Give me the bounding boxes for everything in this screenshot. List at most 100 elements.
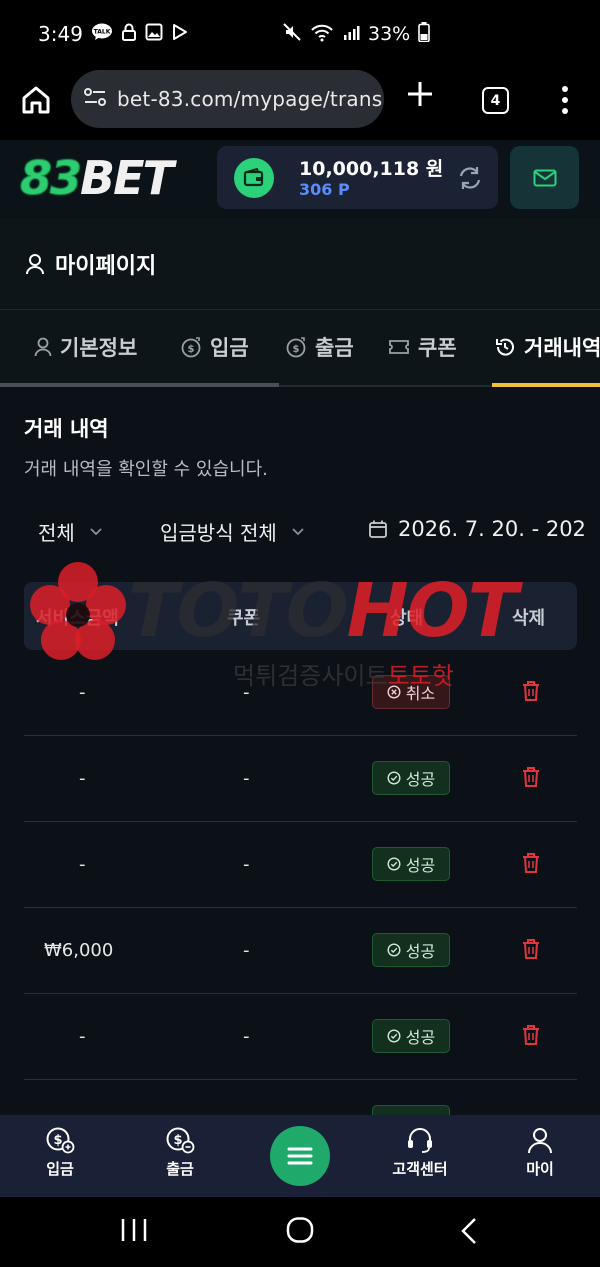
plus-icon xyxy=(408,82,432,106)
android-navigation-bar xyxy=(0,1197,600,1267)
battery-percent: 33% xyxy=(368,23,411,45)
table-row: ₩6,000 - 성공 xyxy=(24,908,577,994)
trash-icon xyxy=(523,767,539,787)
talk-label: TALK xyxy=(94,28,111,35)
chevron-down-icon xyxy=(90,527,102,535)
column-header: 쿠폰 xyxy=(227,608,261,629)
active-tab-underline xyxy=(492,383,600,387)
status-badge: 성공 xyxy=(372,847,450,881)
points-amount: 306 P xyxy=(299,180,350,199)
trash-icon xyxy=(523,853,539,873)
new-tab-button[interactable] xyxy=(406,80,434,114)
status-time: 3:49 xyxy=(38,22,83,46)
refresh-icon xyxy=(459,167,481,189)
nav-customer-center[interactable]: 고객센터 xyxy=(380,1125,460,1179)
amount-cell: - xyxy=(79,1026,86,1047)
nav-withdraw[interactable]: $ 출금 xyxy=(140,1125,220,1179)
dot-icon xyxy=(562,108,568,114)
x-circle-icon xyxy=(387,685,401,699)
bottom-navigation: $ 입금 $ 출금 고객센터 마이 xyxy=(0,1115,600,1197)
nav-menu-button[interactable] xyxy=(270,1126,330,1186)
wallet-icon xyxy=(234,158,274,198)
delete-button[interactable] xyxy=(522,1024,540,1046)
amount-cell: - xyxy=(79,682,86,703)
status-badge xyxy=(372,1105,450,1115)
svg-text:$: $ xyxy=(293,344,300,355)
method-filter-dropdown[interactable]: 입금방식 전체 xyxy=(160,517,305,546)
dot-icon xyxy=(562,97,568,103)
wifi-icon xyxy=(310,22,334,47)
site-settings-icon[interactable] xyxy=(83,86,107,112)
user-icon xyxy=(34,337,52,357)
check-circle-icon xyxy=(387,943,401,957)
back-icon xyxy=(461,1218,476,1244)
table-row-partial xyxy=(24,1080,577,1115)
status-badge: 취소 xyxy=(372,675,450,709)
tab-coupon[interactable]: 쿠폰 xyxy=(388,332,457,362)
history-icon xyxy=(496,338,514,356)
amount-cell: ₩6,000 xyxy=(44,940,114,961)
coin-icon: $ xyxy=(181,337,201,358)
tab-switcher-button[interactable]: 4 xyxy=(482,87,509,114)
tab-deposit[interactable]: $ 입금 xyxy=(180,332,249,362)
battery-icon xyxy=(418,21,431,47)
check-circle-icon xyxy=(387,1029,401,1043)
back-button[interactable] xyxy=(458,1217,480,1249)
dollar-plus-icon: $ xyxy=(46,1127,75,1154)
amount-cell: - xyxy=(79,854,86,875)
home-button[interactable] xyxy=(18,82,54,118)
url-text[interactable]: bet-83.com/mypage/trans xyxy=(117,87,382,111)
delete-button[interactable] xyxy=(522,852,540,874)
image-icon xyxy=(145,23,163,46)
table-row: - - 성공 xyxy=(24,994,577,1080)
section-title: 거래 내역 xyxy=(24,417,109,441)
recents-icon xyxy=(121,1219,147,1241)
date-range-picker[interactable]: 2026. 7. 20. - 202 xyxy=(368,517,586,541)
home-circle-icon xyxy=(286,1217,314,1243)
recents-button[interactable] xyxy=(120,1217,148,1247)
home-nav-button[interactable] xyxy=(286,1217,314,1247)
site-header: 83BET 10,000,118 원 306 P xyxy=(0,140,600,218)
tab-withdraw[interactable]: $ 출금 xyxy=(285,332,354,362)
more-menu-button[interactable] xyxy=(553,82,577,118)
dot-icon xyxy=(562,86,568,92)
site-logo[interactable]: 83BET xyxy=(19,150,173,206)
mail-icon xyxy=(533,169,556,186)
column-header: 서비스금액 xyxy=(36,608,119,629)
mypage-header: 마이페이지 xyxy=(0,218,600,310)
balance-panel: 10,000,118 원 306 P xyxy=(217,146,498,209)
address-bar[interactable]: bet-83.com/mypage/trans xyxy=(71,70,384,128)
trash-icon xyxy=(523,1025,539,1045)
refresh-balance-button[interactable] xyxy=(457,165,483,191)
nav-my[interactable]: 마이 xyxy=(500,1125,580,1179)
amount-cell: - xyxy=(79,768,86,789)
mypage-tabs: 기본정보 $ 입금 $ 출금 쿠폰 거래내역 xyxy=(0,310,600,387)
column-header: 삭제 xyxy=(512,608,546,629)
table-row: - - 성공 xyxy=(24,822,577,908)
page-title: 마이페이지 xyxy=(55,253,157,279)
android-status-bar: 3:49 TALK 33% xyxy=(0,0,600,68)
type-filter-dropdown[interactable]: 전체 xyxy=(38,517,103,546)
check-circle-icon xyxy=(387,771,401,785)
table-row: - - 취소 xyxy=(24,650,577,736)
coupon-cell: - xyxy=(243,768,250,789)
check-circle-icon xyxy=(387,857,401,871)
message-button[interactable] xyxy=(510,146,579,209)
delete-button[interactable] xyxy=(522,680,540,702)
nav-deposit[interactable]: $ 입금 xyxy=(20,1125,100,1179)
user-icon xyxy=(26,253,44,274)
trash-icon xyxy=(523,681,539,701)
trash-icon xyxy=(523,939,539,959)
status-badge: 성공 xyxy=(372,761,450,795)
tab-transactions[interactable]: 거래내역 xyxy=(494,332,600,362)
coupon-cell: - xyxy=(243,854,250,875)
delete-button[interactable] xyxy=(522,766,540,788)
delete-button[interactable] xyxy=(522,938,540,960)
play-store-icon xyxy=(171,23,189,46)
mute-icon xyxy=(282,22,302,47)
headset-icon xyxy=(408,1128,432,1153)
status-badge: 성공 xyxy=(372,933,450,967)
svg-text:$: $ xyxy=(173,1133,182,1148)
section-subtitle: 거래 내역을 확인할 수 있습니다. xyxy=(24,459,268,480)
tab-basic-info[interactable]: 기본정보 xyxy=(34,332,137,362)
